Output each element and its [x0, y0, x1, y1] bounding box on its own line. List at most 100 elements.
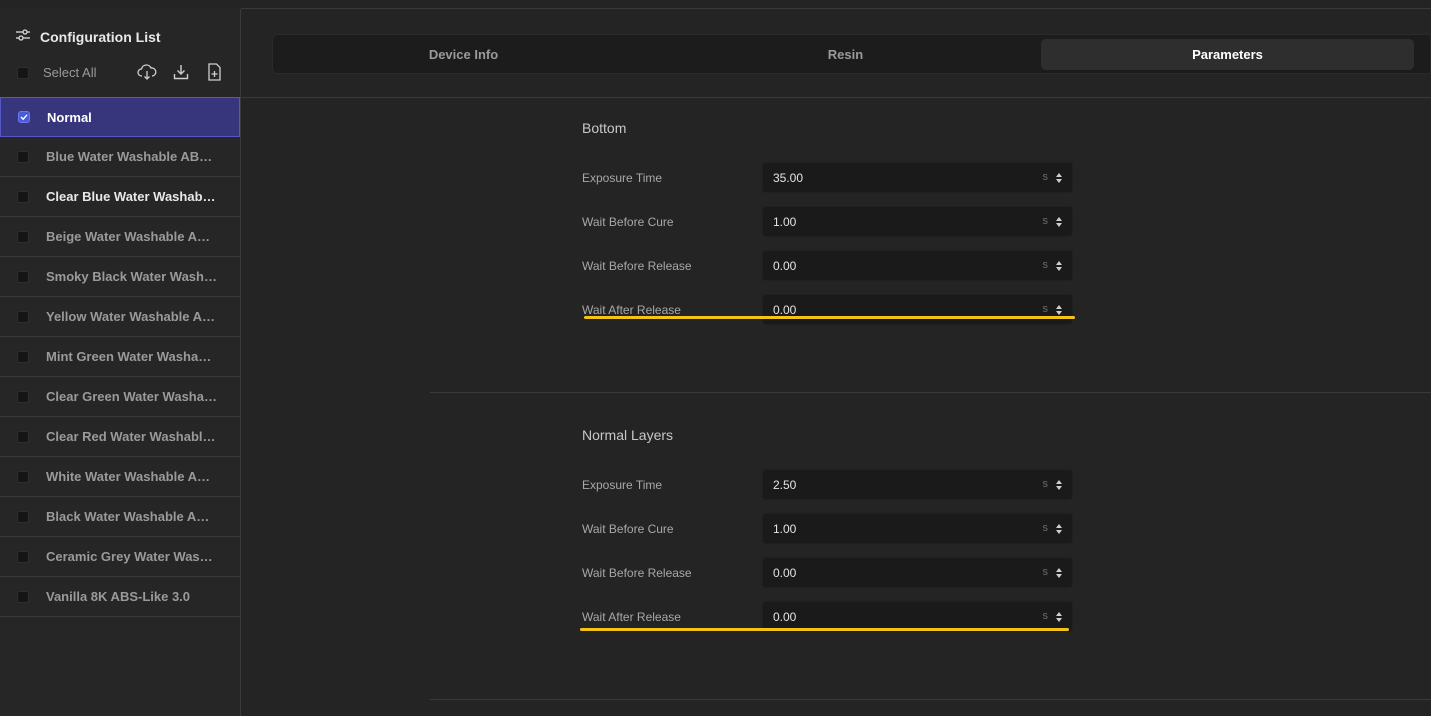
item-checkbox[interactable] [18, 111, 30, 123]
exposure-time-input[interactable] [773, 470, 1023, 499]
list-item[interactable]: Mint Green Water Washable ABS-Like 3.0 [0, 337, 240, 377]
highlight-underline [584, 316, 1075, 319]
list-item[interactable]: Clear Blue Water Washable ABS-Like 3.0 [0, 177, 240, 217]
param-label: Exposure Time [582, 478, 663, 492]
unit-label: s [1042, 610, 1049, 622]
item-label: Mint Green Water Washable ABS-Like 3.0 [46, 349, 218, 364]
section-divider [430, 699, 1431, 700]
unit-label: s [1042, 303, 1049, 315]
sliders-icon [16, 28, 30, 46]
list-item[interactable]: Ceramic Grey Water Washable ABS-Like 3.0 [0, 537, 240, 577]
item-label: Black Water Washable ABS-Like 3.0 [46, 509, 218, 524]
item-checkbox[interactable] [17, 510, 29, 523]
item-checkbox[interactable] [17, 270, 29, 283]
list-item[interactable]: Beige Water Washable ABS-Like 3.0 [0, 217, 240, 257]
select-all-checkbox[interactable] [17, 66, 29, 79]
select-all[interactable]: Select All [17, 65, 96, 80]
unit-label: s [1042, 522, 1049, 534]
item-checkbox[interactable] [17, 230, 29, 243]
tab-device-info[interactable]: Device Info [277, 39, 650, 70]
param-label: Exposure Time [582, 171, 663, 185]
file-add-icon [207, 62, 223, 86]
item-label: White Water Washable ABS-Like 3.0 [46, 469, 218, 484]
sidebar-title-text: Configuration List [40, 29, 161, 45]
sidebar-actions [136, 62, 226, 86]
tab-parameters[interactable]: Parameters [1041, 39, 1414, 70]
section-title-bottom: Bottom [582, 120, 627, 136]
list-item[interactable]: White Water Washable ABS-Like 3.0 [0, 457, 240, 497]
list-item-normal[interactable]: Normal [0, 97, 240, 137]
item-checkbox[interactable] [17, 310, 29, 323]
list-item[interactable]: Vanilla 8K ABS-Like 3.0 [0, 577, 240, 617]
wait-before-cure-field[interactable]: s [762, 206, 1073, 237]
spinner-icon[interactable] [1054, 566, 1064, 580]
unit-label: s [1042, 171, 1049, 183]
spinner-icon[interactable] [1054, 610, 1064, 624]
exposure-time-input[interactable] [773, 163, 1023, 192]
configuration-list: Normal Blue Water Washable ABS-Like 3.0 … [0, 97, 240, 617]
configuration-sidebar: Configuration List Select All Normal Blu… [0, 9, 241, 716]
item-checkbox[interactable] [17, 550, 29, 563]
wait-before-cure-input[interactable] [773, 207, 1023, 236]
item-label: Beige Water Washable ABS-Like 3.0 [46, 229, 218, 244]
item-checkbox[interactable] [17, 430, 29, 443]
list-item[interactable]: Clear Red Water Washable ABS-Like 3.0 [0, 417, 240, 457]
list-item[interactable]: Blue Water Washable ABS-Like 3.0 [0, 137, 240, 177]
list-item[interactable]: Smoky Black Water Washable ABS-Like 3.0 [0, 257, 240, 297]
spinner-icon[interactable] [1054, 478, 1064, 492]
spinner-icon[interactable] [1054, 303, 1064, 317]
item-label: Smoky Black Water Washable ABS-Like 3.0 [46, 269, 218, 284]
list-item[interactable]: Yellow Water Washable ABS-Like 3.0 [0, 297, 240, 337]
tab-resin[interactable]: Resin [659, 39, 1032, 70]
param-label: Wait After Release [582, 610, 681, 624]
cloud-download-button[interactable] [136, 63, 158, 85]
list-item[interactable]: Clear Green Water Washable ABS-Like 3.0 [0, 377, 240, 417]
wait-before-cure-input[interactable] [773, 514, 1023, 543]
highlight-underline [580, 628, 1069, 631]
top-border [241, 8, 1431, 9]
param-label: Wait Before Cure [582, 522, 674, 536]
list-item[interactable]: Black Water Washable ABS-Like 3.0 [0, 497, 240, 537]
item-checkbox[interactable] [17, 470, 29, 483]
item-label: Vanilla 8K ABS-Like 3.0 [46, 589, 191, 604]
exposure-time-field[interactable]: s [762, 162, 1073, 193]
tabs-divider [241, 97, 1431, 98]
spinner-icon[interactable] [1054, 215, 1064, 229]
unit-label: s [1042, 259, 1049, 271]
item-checkbox[interactable] [17, 150, 29, 163]
wait-before-cure-field[interactable]: s [762, 513, 1073, 544]
wait-before-release-input[interactable] [773, 251, 1023, 280]
spinner-icon[interactable] [1054, 171, 1064, 185]
item-checkbox[interactable] [17, 350, 29, 363]
item-label: Yellow Water Washable ABS-Like 3.0 [46, 309, 218, 324]
unit-label: s [1042, 215, 1049, 227]
item-label: Normal [47, 109, 92, 125]
item-label: Clear Green Water Washable ABS-Like 3.0 [46, 389, 218, 404]
item-label: Clear Red Water Washable ABS-Like 3.0 [46, 429, 218, 444]
spinner-icon[interactable] [1054, 522, 1064, 536]
spinner-icon[interactable] [1054, 259, 1064, 273]
item-label: Ceramic Grey Water Washable ABS-Like 3.0 [46, 549, 218, 564]
wait-after-release-field[interactable]: s [762, 294, 1073, 325]
item-label: Clear Blue Water Washable ABS-Like 3.0 [46, 189, 218, 204]
wait-before-release-input[interactable] [773, 558, 1023, 587]
exposure-time-field[interactable]: s [762, 469, 1073, 500]
param-label: Wait Before Release [582, 566, 692, 580]
wait-after-release-input[interactable] [773, 602, 1023, 631]
cloud-download-icon [137, 63, 157, 85]
unit-label: s [1042, 566, 1049, 578]
new-file-button[interactable] [204, 62, 226, 86]
item-checkbox[interactable] [17, 390, 29, 403]
item-checkbox[interactable] [17, 190, 29, 203]
wait-before-release-field[interactable]: s [762, 250, 1073, 281]
wait-before-release-field[interactable]: s [762, 557, 1073, 588]
section-title-normal-layers: Normal Layers [582, 427, 674, 443]
download-icon [173, 64, 189, 85]
item-checkbox[interactable] [17, 590, 29, 603]
item-label: Blue Water Washable ABS-Like 3.0 [46, 149, 218, 164]
section-divider [430, 392, 1431, 393]
param-label: Wait Before Release [582, 259, 692, 273]
import-button[interactable] [170, 63, 192, 85]
wait-after-release-input[interactable] [773, 295, 1023, 324]
sidebar-title: Configuration List [16, 28, 161, 46]
